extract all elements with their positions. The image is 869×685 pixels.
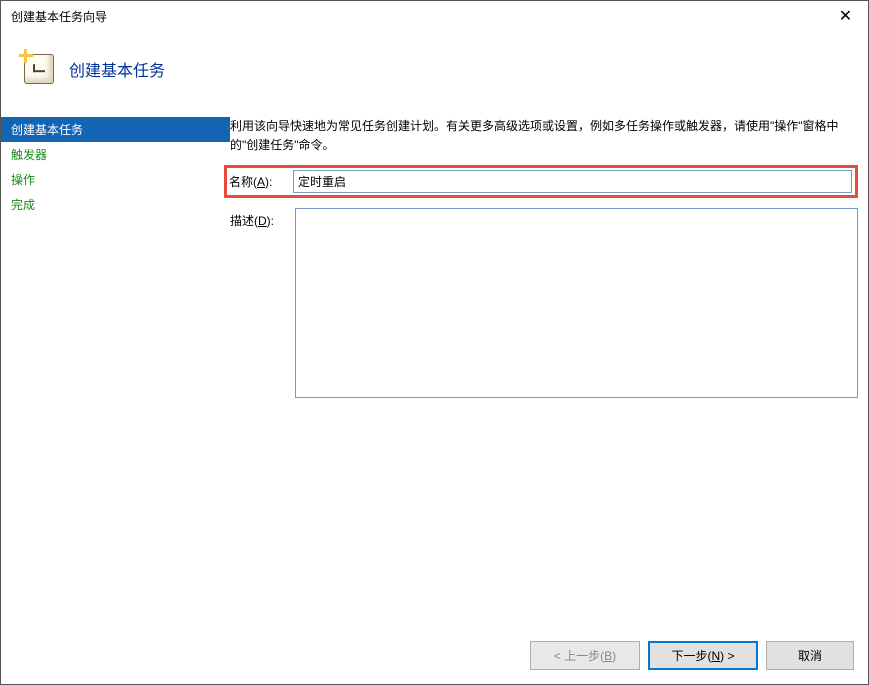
wizard-content: 创建基本任务 触发器 操作 完成 利用该向导快速地为常见任务创建计划。有关更多高… bbox=[1, 117, 868, 377]
task-wizard-icon bbox=[21, 51, 57, 87]
sidebar-item-trigger[interactable]: 触发器 bbox=[1, 142, 230, 167]
description-input[interactable] bbox=[295, 208, 858, 398]
wizard-main: 利用该向导快速地为常见任务创建计划。有关更多高级选项或设置，例如多任务操作或触发… bbox=[230, 117, 868, 377]
wizard-title: 创建基本任务 bbox=[69, 57, 165, 81]
name-highlight-box: 名称(A): bbox=[224, 165, 858, 198]
window-title: 创建基本任务向导 bbox=[9, 8, 107, 25]
sidebar-item-create-basic-task[interactable]: 创建基本任务 bbox=[1, 117, 230, 142]
intro-text: 利用该向导快速地为常见任务创建计划。有关更多高级选项或设置，例如多任务操作或触发… bbox=[230, 117, 858, 155]
wizard-steps-sidebar: 创建基本任务 触发器 操作 完成 bbox=[1, 117, 230, 377]
wizard-window: 创建基本任务向导 ✕ 创建基本任务 创建基本任务 触发器 操作 完成 利用该向导… bbox=[0, 0, 869, 685]
sidebar-item-action[interactable]: 操作 bbox=[1, 167, 230, 192]
titlebar: 创建基本任务向导 ✕ bbox=[1, 1, 868, 31]
description-label: 描述(D): bbox=[230, 208, 295, 229]
next-button[interactable]: 下一步(N) > bbox=[648, 641, 758, 670]
name-label: 名称(A): bbox=[227, 173, 293, 190]
description-row: 描述(D): bbox=[230, 208, 858, 398]
back-button: < 上一步(B) bbox=[530, 641, 640, 670]
close-button[interactable]: ✕ bbox=[823, 1, 868, 31]
wizard-header: 创建基本任务 bbox=[1, 31, 868, 117]
sidebar-item-finish[interactable]: 完成 bbox=[1, 192, 230, 217]
wizard-footer: < 上一步(B) 下一步(N) > 取消 bbox=[530, 641, 854, 670]
name-input[interactable] bbox=[293, 170, 852, 193]
name-row: 名称(A): bbox=[224, 165, 858, 198]
cancel-button[interactable]: 取消 bbox=[766, 641, 854, 670]
